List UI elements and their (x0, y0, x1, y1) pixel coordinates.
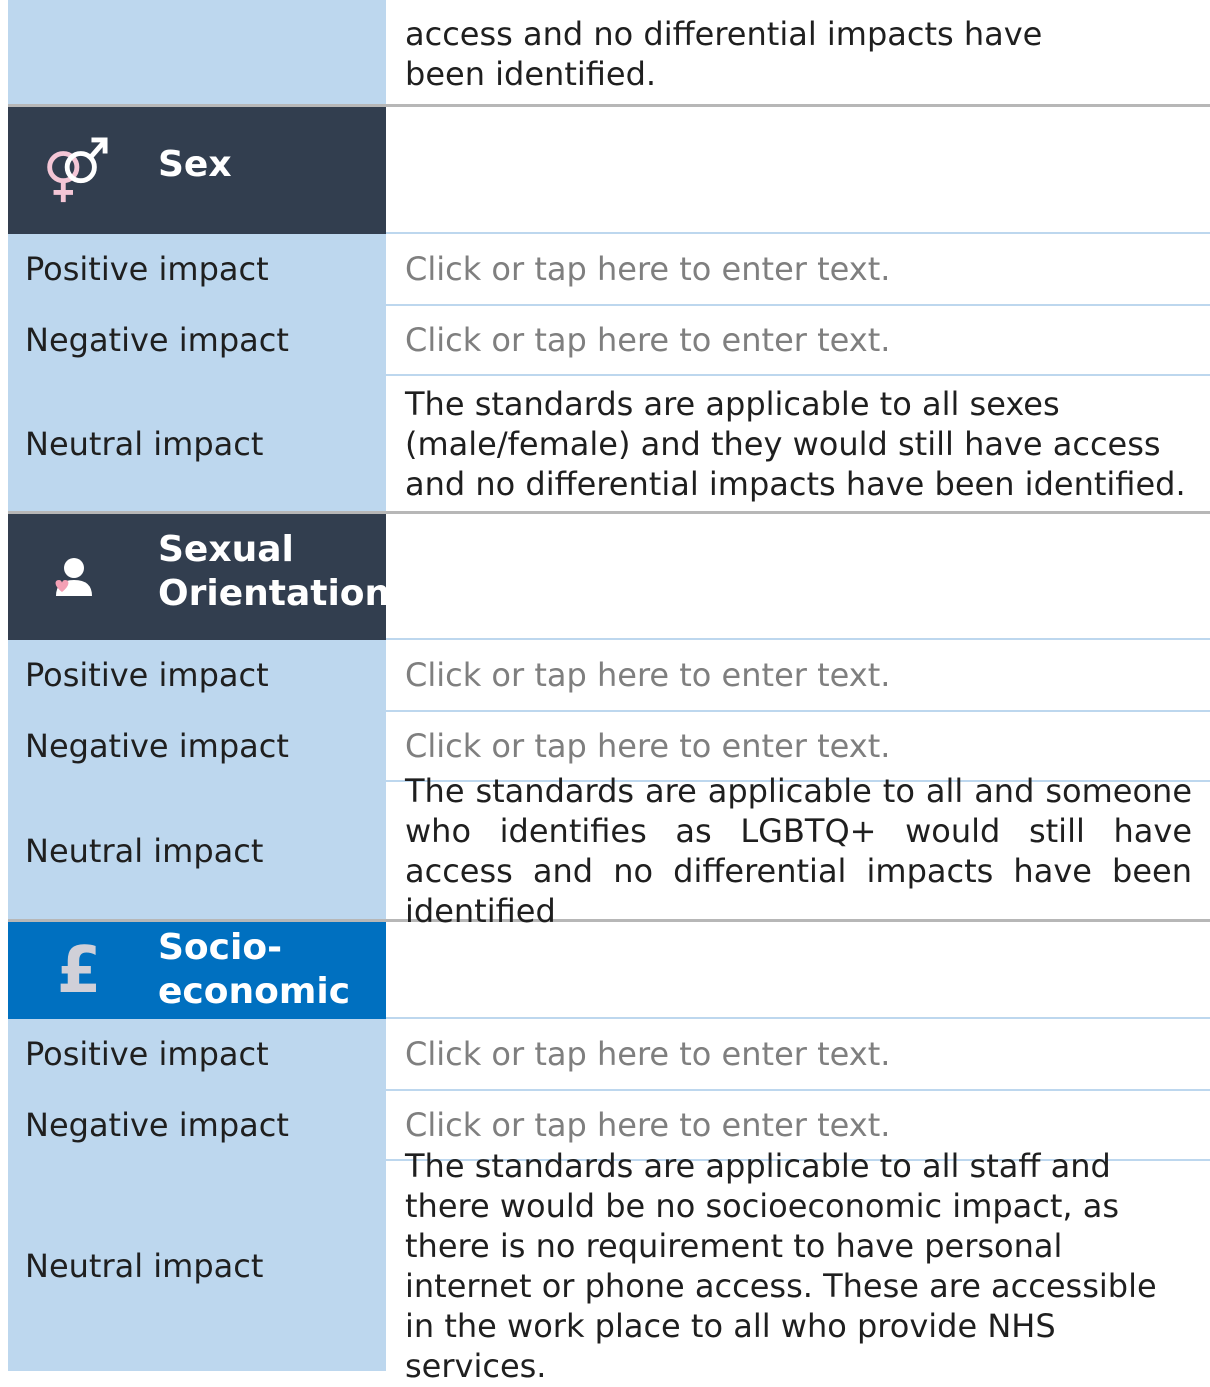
positive-impact-field[interactable]: Click or tap here to enter text. (386, 1019, 1210, 1089)
neutral-impact-text: The standards are applicable to all sexe… (405, 384, 1186, 503)
neutral-impact-field[interactable]: The standards are applicable to all staf… (386, 1147, 1210, 1385)
row-label: Negative impact (8, 306, 386, 374)
neutral-impact-field[interactable]: The standards are applicable to all sexe… (386, 376, 1210, 511)
row-label: Positive impact (8, 640, 386, 710)
section-header-cell: Sexual Orientation (8, 514, 390, 640)
positive-impact-field[interactable]: Click or tap here to enter text. (386, 234, 1210, 304)
row-label: Negative impact (8, 1091, 386, 1159)
table-row: Neutral impact The standards are applica… (8, 1147, 1210, 1385)
section-header-socio-economic: £ Socio-economic (8, 922, 1210, 1019)
row-label: Neutral impact (8, 782, 386, 919)
table-row: Positive impact Click or tap here to ent… (8, 1019, 1210, 1091)
section-title: Sex (158, 144, 232, 185)
section-header-cell: Sex (8, 107, 386, 234)
section-header-blank (386, 107, 1210, 234)
value-text: access and no differential impacts have … (405, 15, 1043, 93)
pound-sign-icon: £ (56, 933, 102, 1008)
section-header-sex: Sex (8, 107, 1210, 234)
neutral-impact-field[interactable]: The standards are applicable to all and … (386, 772, 1210, 930)
section-header-blank (386, 922, 1210, 1019)
table-row-continued: access and no differential impacts have … (8, 0, 1210, 107)
table-row: Negative impact Click or tap here to ent… (8, 306, 1210, 376)
positive-impact-field[interactable]: Click or tap here to enter text. (386, 640, 1210, 710)
value-cell[interactable]: access and no differential impacts have … (386, 0, 1210, 104)
negative-impact-field[interactable]: Click or tap here to enter text. (386, 306, 1210, 374)
section-header-sexual-orientation: Sexual Orientation (8, 514, 1210, 640)
person-heart-icon (38, 542, 108, 612)
label-cell-empty (8, 0, 386, 104)
gender-symbol-icon (38, 136, 108, 206)
neutral-impact-text: The standards are applicable to all staf… (405, 1147, 1157, 1385)
row-label: Negative impact (8, 712, 386, 780)
section-title: Sexual Orientation (158, 529, 391, 614)
table-row: Positive impact Click or tap here to ent… (8, 234, 1210, 306)
row-label: Neutral impact (8, 376, 386, 511)
impact-assessment-table: access and no differential impacts have … (8, 0, 1210, 1385)
row-label: Positive impact (8, 1019, 386, 1089)
table-row: Neutral impact The standards are applica… (8, 772, 1210, 930)
section-header-cell: £ Socio-economic (8, 922, 386, 1019)
row-label: Neutral impact (8, 1161, 386, 1371)
section-header-blank (386, 514, 1210, 640)
section-title: Socio-economic (158, 927, 351, 1012)
neutral-impact-text: The standards are applicable to all and … (405, 771, 1192, 930)
table-row: Positive impact Click or tap here to ent… (8, 640, 1210, 712)
table-row: Neutral impact The standards are applica… (8, 376, 1210, 514)
row-label: Positive impact (8, 234, 386, 304)
